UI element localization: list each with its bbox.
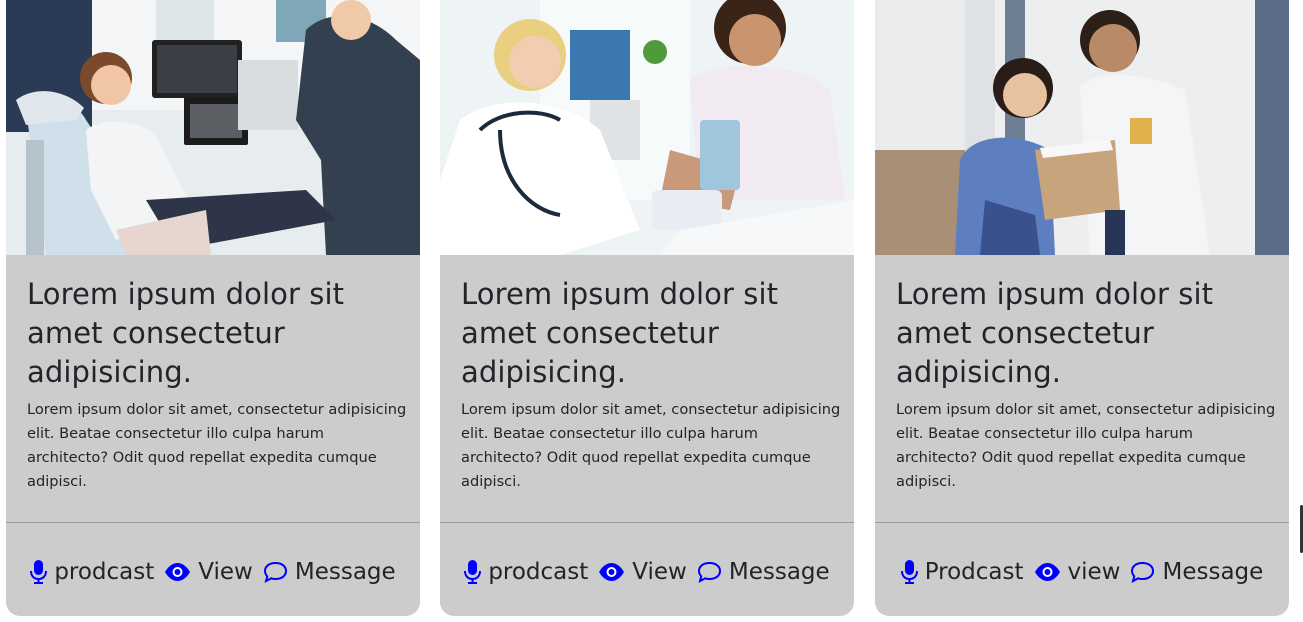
- view-label: view: [1067, 559, 1121, 585]
- footer-links: prodcast View Message: [6, 559, 420, 585]
- view-label: View: [632, 559, 687, 585]
- card-footer: Prodcast view Message: [875, 522, 1289, 616]
- prodcast-link[interactable]: prodcast: [464, 559, 588, 585]
- microphone-icon: [30, 560, 48, 584]
- prodcast-link[interactable]: prodcast: [30, 559, 154, 585]
- view-link[interactable]: View: [598, 559, 687, 585]
- view-link[interactable]: view: [1034, 559, 1121, 585]
- footer-links: Prodcast view Message: [875, 559, 1289, 585]
- cards-row: Lorem ipsum dolor sit amet consectetur a…: [0, 0, 1303, 622]
- eye-icon: [1034, 563, 1060, 581]
- view-link[interactable]: View: [164, 559, 253, 585]
- card-title: Lorem ipsum dolor sit amet consectetur a…: [461, 277, 779, 389]
- card-text: Lorem ipsum dolor sit amet, consectetur …: [896, 401, 1276, 490]
- card-image: [875, 0, 1289, 255]
- card-text: Lorem ipsum dolor sit amet, consectetur …: [461, 401, 841, 490]
- eye-icon: [165, 563, 191, 581]
- card-blood-pressure: Lorem ipsum dolor sit amet consectetur a…: [440, 0, 854, 616]
- prodcast-label: prodcast: [54, 559, 155, 585]
- message-label: Message: [1162, 559, 1264, 585]
- card-image: [6, 0, 420, 255]
- message-link[interactable]: Message: [697, 559, 830, 585]
- card-footer: prodcast View Message: [6, 522, 420, 616]
- chat-bubble-icon: [697, 561, 721, 583]
- chat-bubble-icon: [263, 561, 287, 583]
- prodcast-label: Prodcast: [924, 559, 1024, 585]
- card-image: [440, 0, 854, 255]
- card-hospital: Lorem ipsum dolor sit amet consectetur a…: [875, 0, 1289, 616]
- message-link[interactable]: Message: [1130, 559, 1263, 585]
- eye-icon: [599, 563, 625, 581]
- microphone-icon: [900, 560, 918, 584]
- prodcast-link[interactable]: Prodcast: [900, 559, 1024, 585]
- message-link[interactable]: Message: [263, 559, 396, 585]
- prodcast-label: prodcast: [488, 559, 589, 585]
- card-title: Lorem ipsum dolor sit amet consectetur a…: [27, 277, 345, 389]
- message-label: Message: [294, 559, 396, 585]
- card-title: Lorem ipsum dolor sit amet consectetur a…: [896, 277, 1214, 389]
- chat-bubble-icon: [1131, 561, 1155, 583]
- message-label: Message: [728, 559, 830, 585]
- card-footer: prodcast View Message: [440, 522, 854, 616]
- microphone-icon: [464, 560, 482, 584]
- card-dental: Lorem ipsum dolor sit amet consectetur a…: [6, 0, 420, 616]
- footer-links: prodcast View Message: [440, 559, 854, 585]
- view-label: View: [198, 559, 253, 585]
- card-text: Lorem ipsum dolor sit amet, consectetur …: [27, 401, 407, 490]
